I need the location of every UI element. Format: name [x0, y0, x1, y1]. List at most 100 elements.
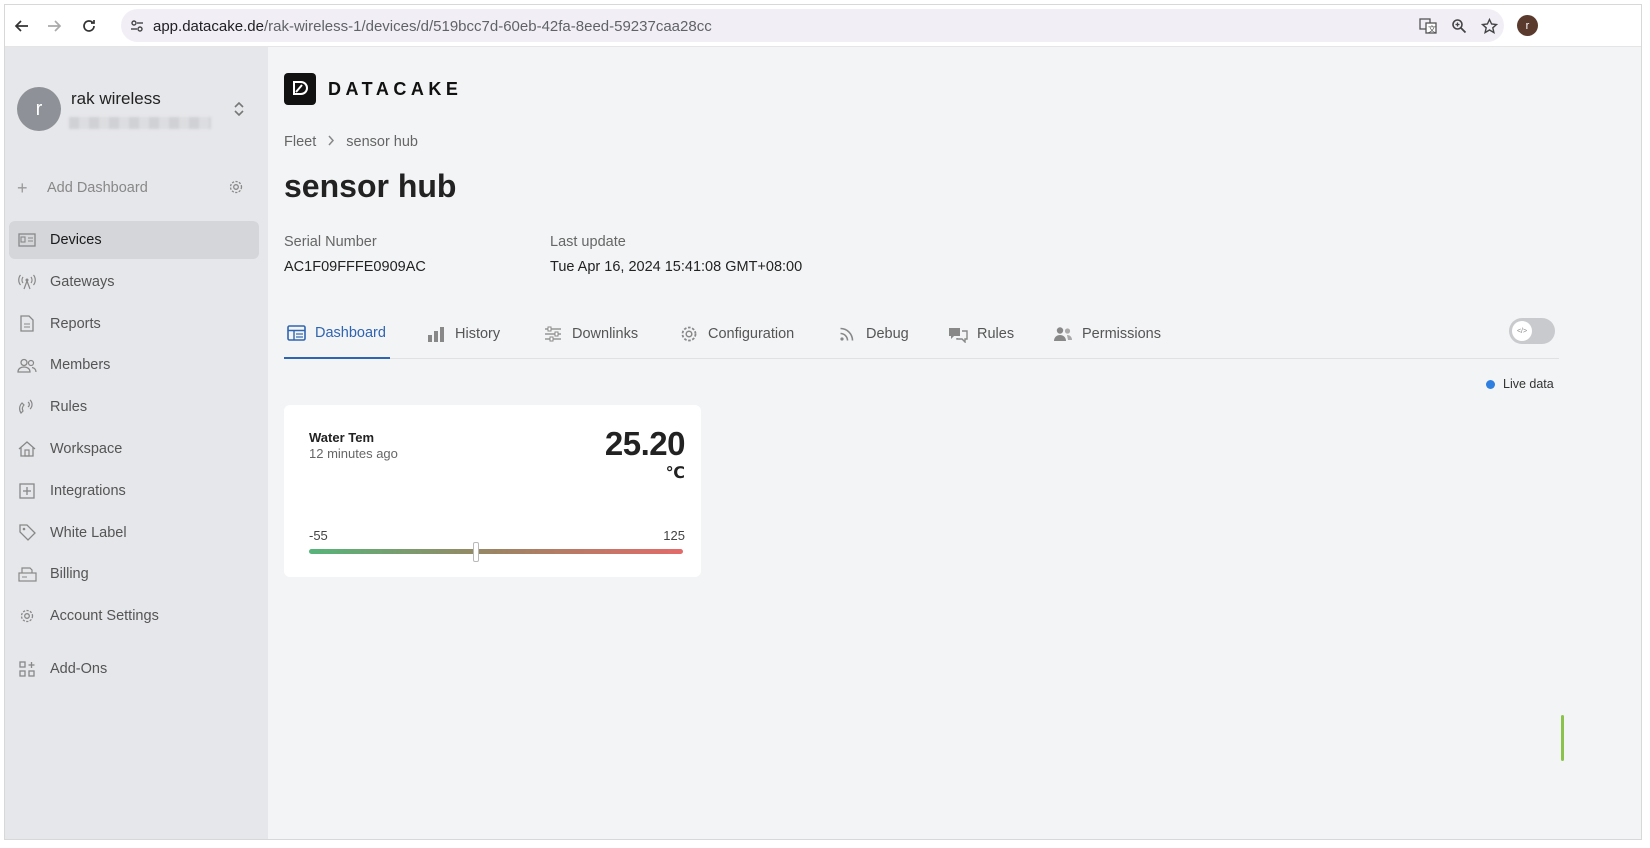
bar-chart-icon [426, 324, 446, 344]
workspace-switcher-chevrons-icon[interactable] [231, 99, 247, 119]
tab-label: Configuration [708, 326, 795, 342]
rss-icon [837, 324, 857, 344]
devices-icon [17, 230, 37, 250]
integrations-icon [17, 481, 37, 501]
chevron-right-icon [327, 134, 335, 150]
tab-permissions[interactable]: Permissions [1053, 309, 1161, 359]
chat-icon [948, 324, 968, 344]
bookmark-star-icon[interactable] [1478, 16, 1500, 36]
sidebar-item-label: Billing [50, 566, 89, 583]
main-content: DATACAKE Fleet sensor hub sensor hub Ser… [268, 47, 1641, 839]
reload-icon[interactable] [76, 13, 102, 39]
browser-toolbar: app.datacake.de/rak-wireless-1/devices/d… [5, 5, 1641, 47]
widget-timestamp: 12 minutes ago [309, 446, 398, 461]
gear-icon [679, 324, 699, 344]
browser-window: app.datacake.de/rak-wireless-1/devices/d… [4, 4, 1642, 840]
address-bar[interactable]: app.datacake.de/rak-wireless-1/devices/d… [121, 9, 1504, 42]
datacake-logo[interactable]: DATACAKE [284, 73, 462, 105]
sidebar: r rak wireless + Add Dashboard Devices G… [5, 47, 268, 839]
sidebar-item-devices[interactable]: Devices [9, 221, 259, 259]
tag-icon [17, 523, 37, 543]
profile-avatar[interactable]: r [1517, 15, 1538, 36]
workspace-subtitle-redacted [69, 117, 211, 129]
add-dashboard-label: Add Dashboard [47, 180, 148, 196]
last-update-label: Last update [550, 234, 626, 250]
water-temp-widget[interactable]: Water Tem 12 minutes ago 25.20 ℃ -55 125 [284, 405, 701, 577]
url-text: app.datacake.de/rak-wireless-1/devices/d… [153, 18, 712, 35]
serial-number-value: AC1F09FFFE0909AC [284, 259, 426, 275]
tab-label: Debug [866, 326, 909, 342]
live-data-label: Live data [1503, 377, 1554, 391]
dashboard-settings-gear-icon[interactable] [228, 179, 246, 197]
sidebar-item-integrations[interactable]: Integrations [9, 472, 259, 510]
tab-label: Permissions [1082, 326, 1161, 342]
widget-value: 25.20 [604, 425, 686, 462]
sidebar-item-gateways[interactable]: Gateways [9, 263, 259, 301]
sidebar-item-label: Reports [50, 315, 101, 332]
widget-title: Water Tem [309, 430, 375, 445]
scrollbar-indicator[interactable] [1561, 715, 1564, 761]
widget-unit: ℃ [665, 465, 685, 482]
tab-debug[interactable]: Debug [837, 309, 909, 359]
sidebar-item-label: Gateways [50, 273, 115, 290]
sidebar-item-billing[interactable]: Billing [9, 555, 259, 593]
tab-label: Downlinks [572, 326, 639, 342]
breadcrumb-current: sensor hub [346, 134, 418, 150]
zoom-icon[interactable] [1448, 16, 1470, 36]
tab-label: Rules [977, 326, 1015, 342]
tab-history[interactable]: History [426, 309, 500, 359]
rules-icon [17, 397, 37, 417]
translate-icon[interactable]: 文 [1417, 16, 1439, 36]
sidebar-item-add-ons[interactable]: Add-Ons [9, 650, 259, 688]
plus-icon: + [17, 177, 28, 198]
sidebar-item-account-settings[interactable]: Account Settings [9, 597, 259, 635]
tab-rules[interactable]: Rules [948, 309, 1014, 359]
code-view-toggle[interactable]: </> [1509, 318, 1555, 344]
sidebar-item-label: Rules [50, 399, 88, 416]
tab-dashboard[interactable]: Dashboard [284, 309, 390, 359]
members-icon [17, 355, 37, 375]
sidebar-item-label: Members [50, 357, 111, 374]
billing-icon [17, 564, 37, 584]
workspace-name[interactable]: rak wireless [71, 89, 161, 109]
report-icon [17, 314, 37, 334]
gauge-max-label: 125 [663, 528, 685, 543]
addons-icon [17, 659, 37, 679]
tab-configuration[interactable]: Configuration [679, 309, 794, 359]
tab-label: Dashboard [315, 325, 386, 341]
users-icon [1053, 324, 1073, 344]
back-arrow-icon[interactable] [9, 13, 35, 39]
sidebar-item-label: Account Settings [50, 608, 159, 625]
last-update-value: Tue Apr 16, 2024 15:41:08 GMT+08:00 [550, 259, 803, 275]
sidebar-item-label: White Label [50, 524, 127, 541]
sidebar-nav: Devices Gateways Reports Members Rules W… [9, 221, 259, 692]
gear-icon [17, 606, 37, 626]
tab-downlinks[interactable]: Downlinks [543, 309, 638, 359]
sidebar-item-members[interactable]: Members [9, 346, 259, 384]
tab-label: History [455, 326, 501, 342]
forward-arrow-icon[interactable] [41, 13, 67, 39]
datacake-logo-icon [284, 73, 316, 105]
site-settings-icon[interactable] [127, 16, 147, 36]
sidebar-item-reports[interactable]: Reports [9, 305, 259, 343]
sliders-icon [543, 324, 563, 344]
sidebar-item-workspace[interactable]: Workspace [9, 430, 259, 468]
sidebar-item-label: Workspace [50, 440, 123, 457]
gateway-icon [17, 272, 37, 292]
breadcrumb-fleet[interactable]: Fleet [284, 134, 316, 150]
sidebar-item-white-label[interactable]: White Label [9, 514, 259, 552]
page-title: sensor hub [284, 168, 457, 204]
live-dot [1486, 379, 1495, 389]
add-dashboard-button[interactable]: + Add Dashboard [17, 177, 247, 199]
gauge-min-label: -55 [309, 528, 328, 543]
sidebar-item-label: Add-Ons [50, 661, 108, 678]
live-data-indicator: Live data [1486, 377, 1554, 391]
sidebar-item-rules[interactable]: Rules [9, 388, 259, 426]
sidebar-item-label: Integrations [50, 482, 126, 499]
sidebar-item-label: Devices [50, 232, 102, 248]
gauge-bar [309, 549, 683, 554]
breadcrumb: Fleet sensor hub [284, 134, 418, 150]
workspace-avatar[interactable]: r [17, 87, 61, 131]
serial-number-label: Serial Number [284, 234, 377, 250]
svg-text:文: 文 [1428, 24, 1436, 34]
